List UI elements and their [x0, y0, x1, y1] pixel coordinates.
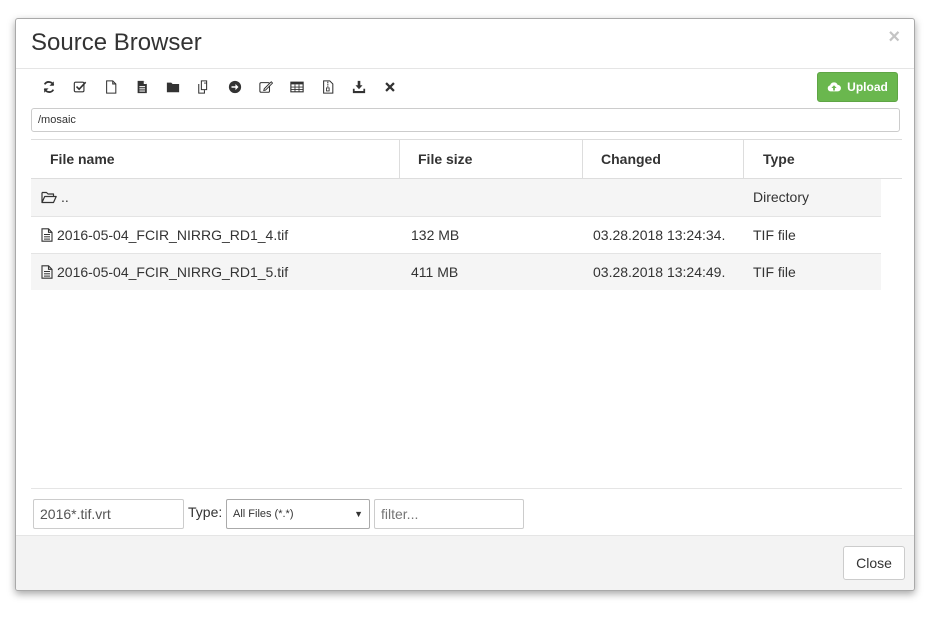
file-type-selected: All Files (*.*): [233, 508, 294, 520]
file-type-select[interactable]: All Files (*.*) ▼: [226, 499, 370, 529]
arrow-circle-right-icon[interactable]: [219, 77, 250, 97]
file-name: 2016-05-04_FCIR_NIRRG_RD1_4.tif: [57, 227, 289, 243]
upload-label: Upload: [847, 80, 888, 94]
type-cell: TIF file: [753, 227, 796, 243]
dialog-title: Source Browser: [31, 29, 202, 56]
refresh-icon[interactable]: [33, 77, 64, 97]
cloud-upload-icon: [827, 82, 842, 92]
path-input[interactable]: [31, 108, 900, 132]
file-name-cell: ..: [41, 179, 69, 216]
column-header-type[interactable]: Type: [743, 140, 902, 179]
type-cell: Directory: [753, 189, 810, 205]
column-header-file-size[interactable]: File size: [399, 140, 582, 179]
edit-icon[interactable]: [250, 77, 281, 97]
file-name: ..: [61, 189, 69, 205]
dialog-close-icon[interactable]: ×: [888, 27, 900, 47]
table-row[interactable]: .. Directory: [31, 179, 881, 216]
dialog-footer: Close: [16, 535, 914, 590]
column-header-changed[interactable]: Changed: [582, 140, 743, 179]
filename-input[interactable]: [33, 499, 184, 529]
type-label: Type:: [188, 504, 223, 520]
zip-file-icon[interactable]: [312, 77, 343, 97]
download-icon[interactable]: [343, 77, 374, 97]
file-text-icon[interactable]: [126, 77, 157, 97]
changed-cell: 03.28.2018 13:24:49.: [593, 264, 726, 280]
filter-input[interactable]: [374, 499, 524, 529]
file-size-cell: 411 MB: [411, 264, 459, 280]
check-square-icon[interactable]: [64, 77, 95, 97]
copy-icon[interactable]: [188, 77, 219, 97]
column-header-file-name[interactable]: File name: [31, 140, 399, 179]
close-icon[interactable]: [374, 77, 405, 97]
toolbar: [33, 77, 405, 97]
divider: [31, 488, 902, 489]
new-file-icon[interactable]: [95, 77, 126, 97]
table-header: File name File size Changed Type: [31, 139, 902, 179]
file-name: 2016-05-04_FCIR_NIRRG_RD1_5.tif: [57, 264, 289, 280]
file-icon: [41, 265, 53, 280]
source-browser-dialog: Source Browser × Upload /mosaic File nam…: [15, 18, 915, 591]
file-table: File name File size Changed Type .. Dire…: [31, 139, 902, 290]
close-button[interactable]: Close: [843, 546, 905, 580]
table-row[interactable]: 2016-05-04_FCIR_NIRRG_RD1_5.tif 411 MB 0…: [31, 253, 881, 290]
file-name-cell: 2016-05-04_FCIR_NIRRG_RD1_4.tif: [41, 217, 288, 254]
folder-open-icon: [41, 191, 57, 203]
type-cell: TIF file: [753, 264, 796, 280]
file-size-cell: 132 MB: [411, 227, 460, 243]
folder-icon[interactable]: [157, 77, 188, 97]
dialog-header: Source Browser ×: [16, 19, 914, 69]
table-row[interactable]: 2016-05-04_FCIR_NIRRG_RD1_4.tif 132 MB 0…: [31, 216, 881, 253]
changed-cell: 03.28.2018 13:24:34.: [593, 227, 726, 243]
file-icon: [41, 228, 53, 243]
file-name-cell: 2016-05-04_FCIR_NIRRG_RD1_5.tif: [41, 254, 288, 291]
caret-down-icon: ▼: [354, 509, 363, 519]
upload-button[interactable]: Upload: [817, 72, 898, 102]
table-icon[interactable]: [281, 77, 312, 97]
